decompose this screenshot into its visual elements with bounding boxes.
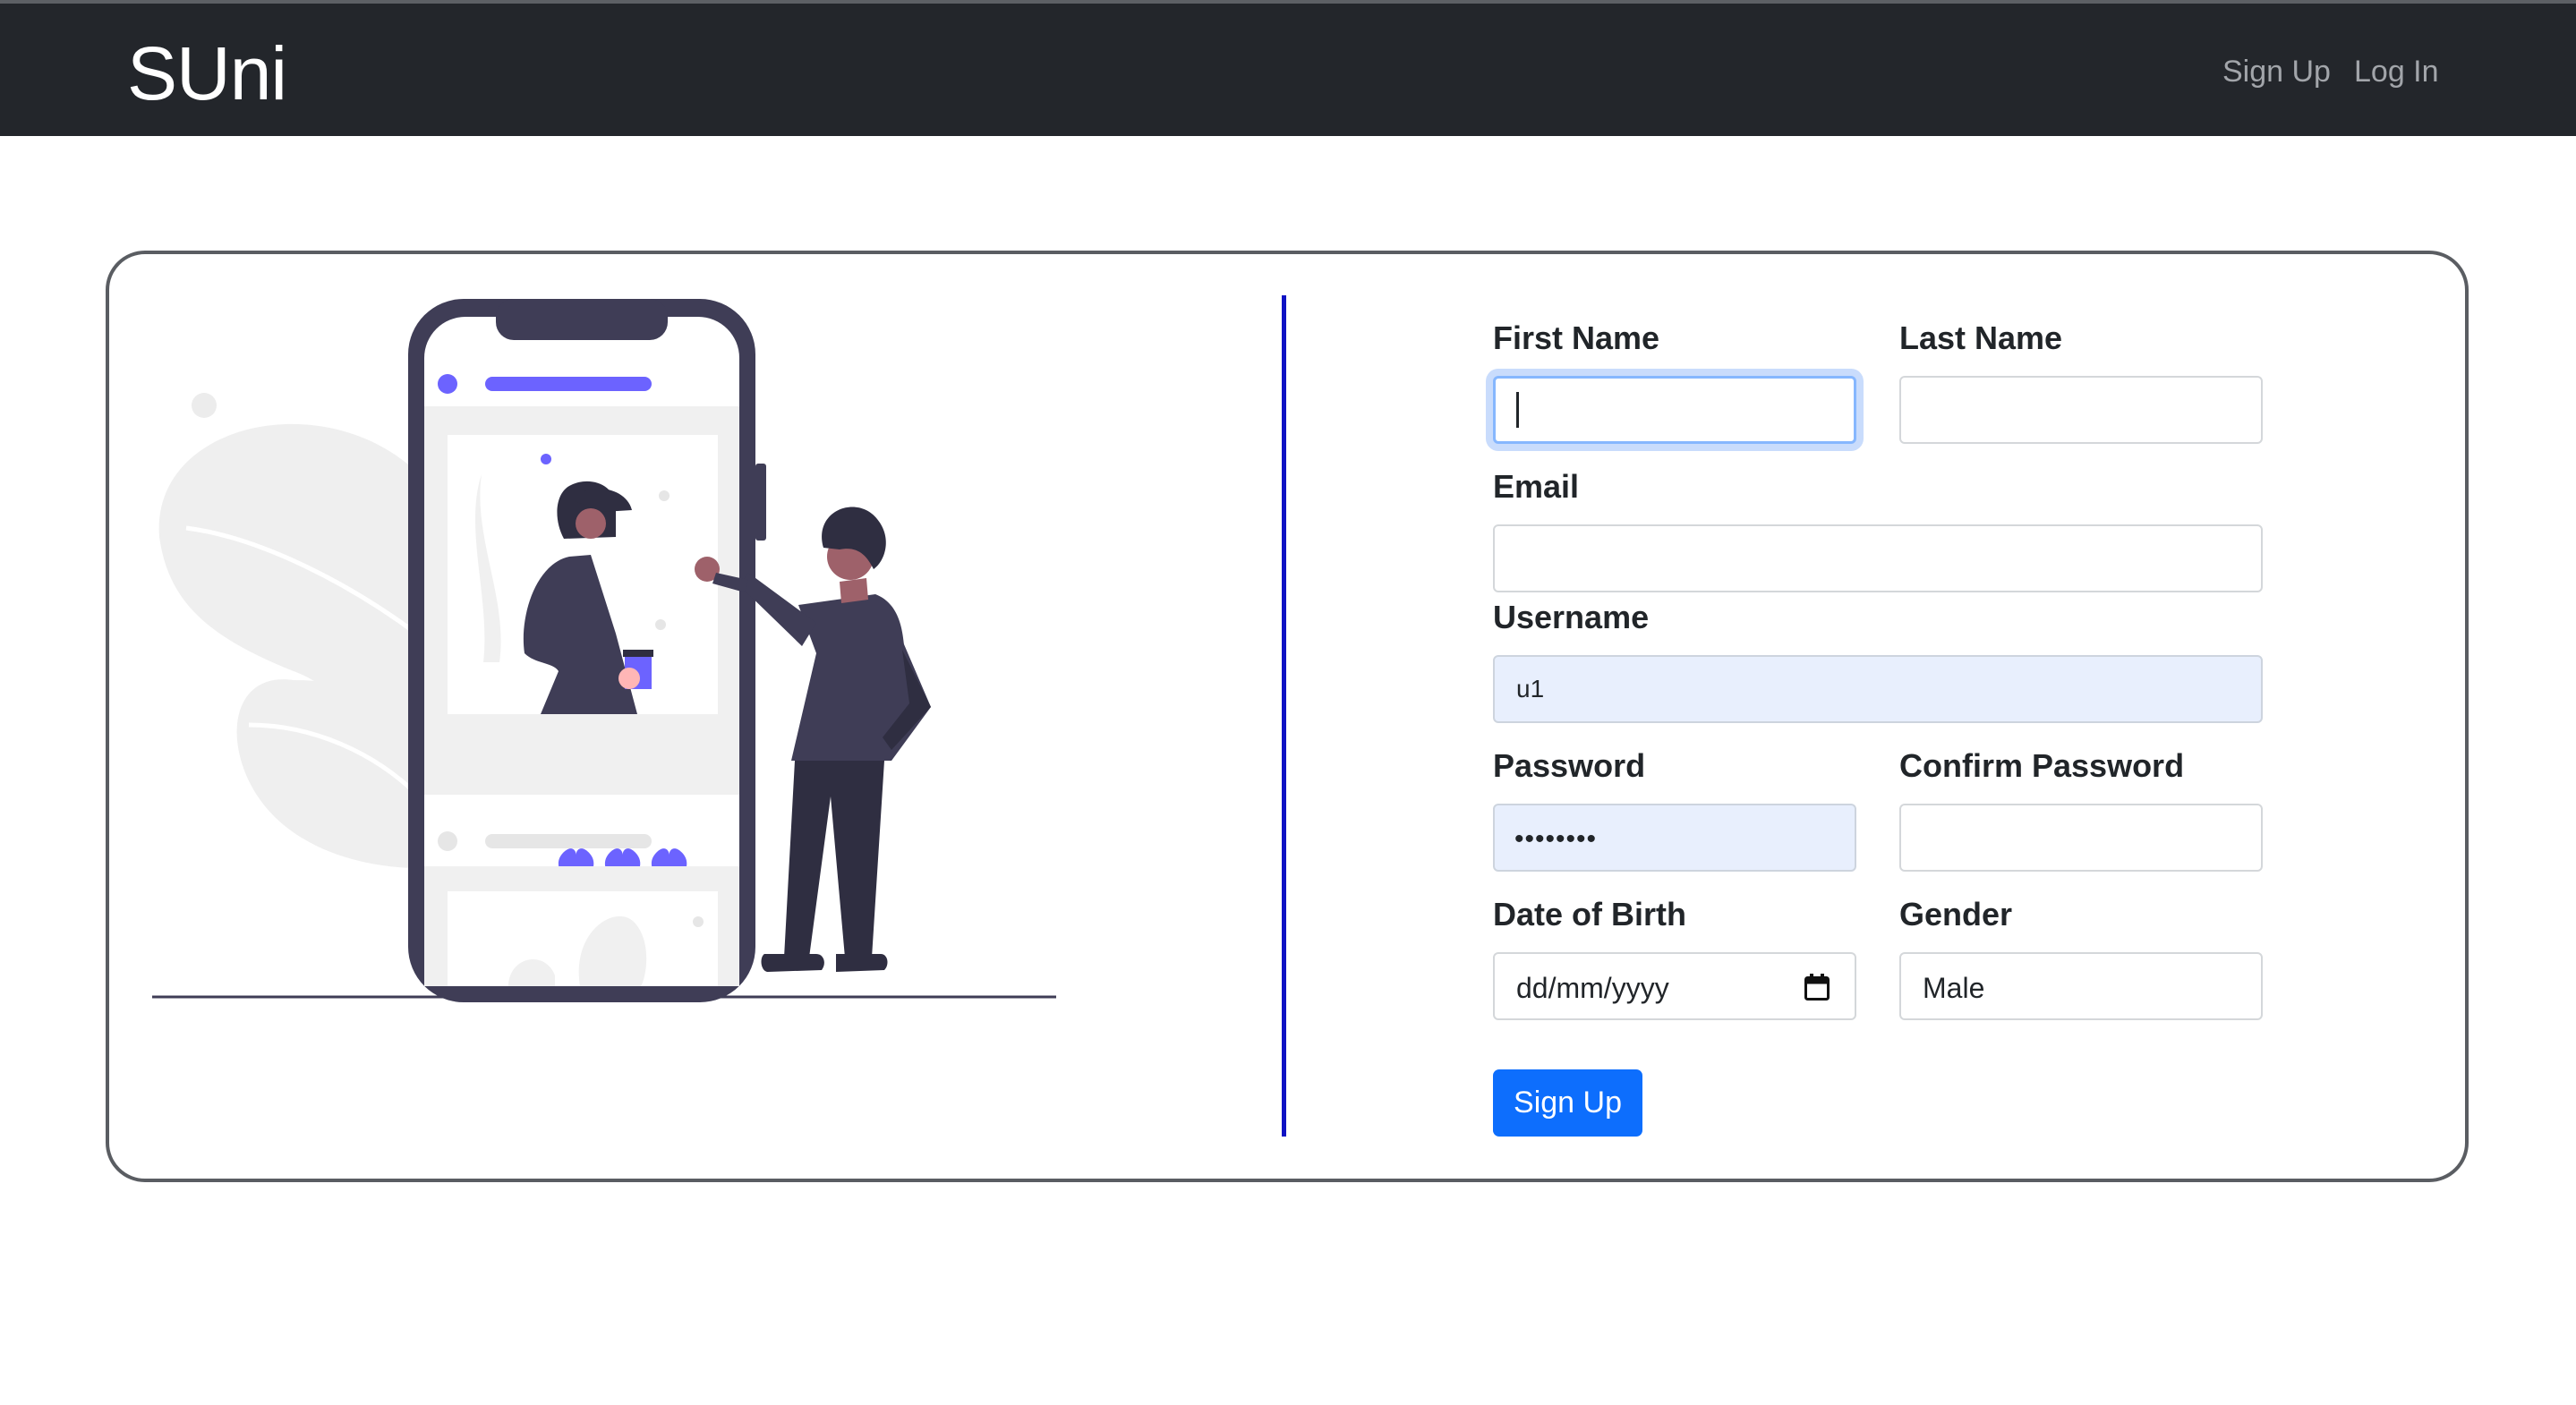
gender-selected-value: Male (1923, 972, 1985, 1004)
gender-label: Gender (1899, 896, 2013, 932)
nav-sign-up-link[interactable]: Sign Up (2222, 54, 2331, 89)
sign-up-button[interactable]: Sign Up (1493, 1069, 1642, 1137)
gender-select[interactable]: Male (1899, 952, 2263, 1020)
date-placeholder: dd/mm/yyyy (1516, 972, 1669, 1004)
username-label: Username (1493, 599, 1650, 635)
email-label: Email (1493, 468, 1580, 505)
last-name-label: Last Name (1899, 319, 2063, 356)
confirm-password-input[interactable] (1899, 804, 2263, 872)
password-label: Password (1493, 747, 1646, 784)
nav-log-in-link[interactable]: Log In (2354, 54, 2439, 89)
first-name-label: First Name (1493, 319, 1660, 356)
confirm-password-label: Confirm Password (1899, 747, 2185, 784)
brand-logo[interactable]: SUni (127, 27, 287, 120)
navbar: SUni Sign Up Log In (0, 4, 2576, 136)
phone-graphic (408, 299, 766, 1002)
phone-social-illustration (152, 299, 1056, 1002)
date-of-birth-input[interactable]: dd/mm/yyyy (1493, 952, 1856, 1020)
leaf-decoration (158, 393, 421, 868)
email-input[interactable] (1493, 524, 2263, 592)
date-of-birth-label: Date of Birth (1493, 896, 1686, 932)
calendar-icon[interactable] (1804, 974, 1830, 1001)
password-masked-value: •••••••• (1514, 824, 1598, 854)
text-caret (1516, 392, 1519, 428)
last-name-input[interactable] (1899, 376, 2263, 444)
first-name-input[interactable] (1493, 376, 1856, 444)
username-input[interactable] (1493, 655, 2263, 723)
vertical-divider (1282, 295, 1286, 1137)
